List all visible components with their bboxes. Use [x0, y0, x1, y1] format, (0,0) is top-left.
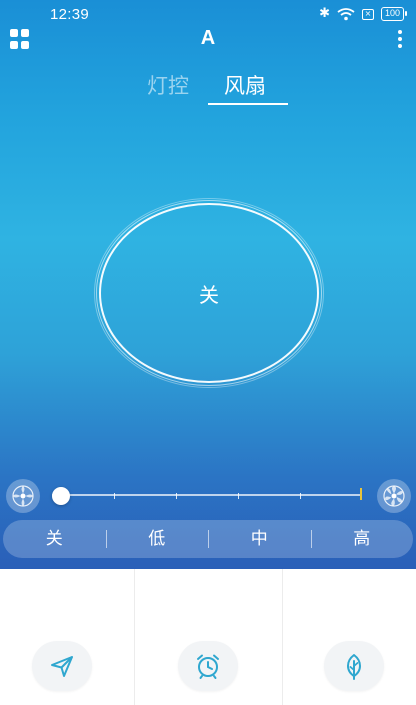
eco-mode-button[interactable] [324, 641, 384, 691]
slider-line [52, 488, 362, 500]
sim-icon: × [361, 8, 374, 20]
active-tab-indicator [208, 103, 288, 105]
status-bar: 12:39 ✱ × 100 [0, 0, 416, 28]
slider-knob[interactable] [52, 487, 70, 505]
battery-icon: 100 [380, 7, 408, 21]
speed-option-low[interactable]: 低 [105, 520, 209, 558]
send-button[interactable] [32, 641, 92, 691]
tab-light-control[interactable]: 灯控 [147, 70, 189, 100]
speed-option-high[interactable]: 高 [310, 520, 414, 558]
slider-end-marker [360, 488, 362, 500]
wifi-icon [337, 8, 355, 21]
power-button[interactable]: 关 [99, 203, 319, 383]
status-time: 12:39 [50, 6, 90, 23]
fan-control-panel: 12:39 ✱ × 100 A 灯控 风扇 关 关 低 中 高 [0, 0, 416, 569]
bluetooth-icon: ✱ [319, 6, 330, 21]
app-title: A [200, 27, 216, 49]
bottom-action-bar [0, 569, 416, 705]
tab-fan[interactable]: 风扇 [224, 70, 266, 100]
bottom-divider [282, 569, 283, 705]
timer-button[interactable] [178, 641, 238, 691]
slider-tick [114, 493, 115, 499]
more-vertical-icon[interactable] [397, 30, 403, 48]
slider-tick [176, 493, 177, 499]
slider-tick [238, 493, 239, 499]
slider-tick [300, 493, 301, 499]
fan-slow-icon [6, 479, 40, 513]
fan-fast-icon [377, 479, 411, 513]
leaf-icon [347, 654, 361, 680]
speed-selector: 关 低 中 高 [3, 520, 413, 558]
send-icon [51, 656, 73, 677]
speed-option-off[interactable]: 关 [3, 520, 106, 558]
bottom-divider [134, 569, 135, 705]
status-icons: ✱ × 100 [319, 6, 408, 22]
alarm-clock-icon [197, 654, 219, 679]
speed-option-medium[interactable]: 中 [208, 520, 311, 558]
speed-slider[interactable] [52, 487, 362, 505]
